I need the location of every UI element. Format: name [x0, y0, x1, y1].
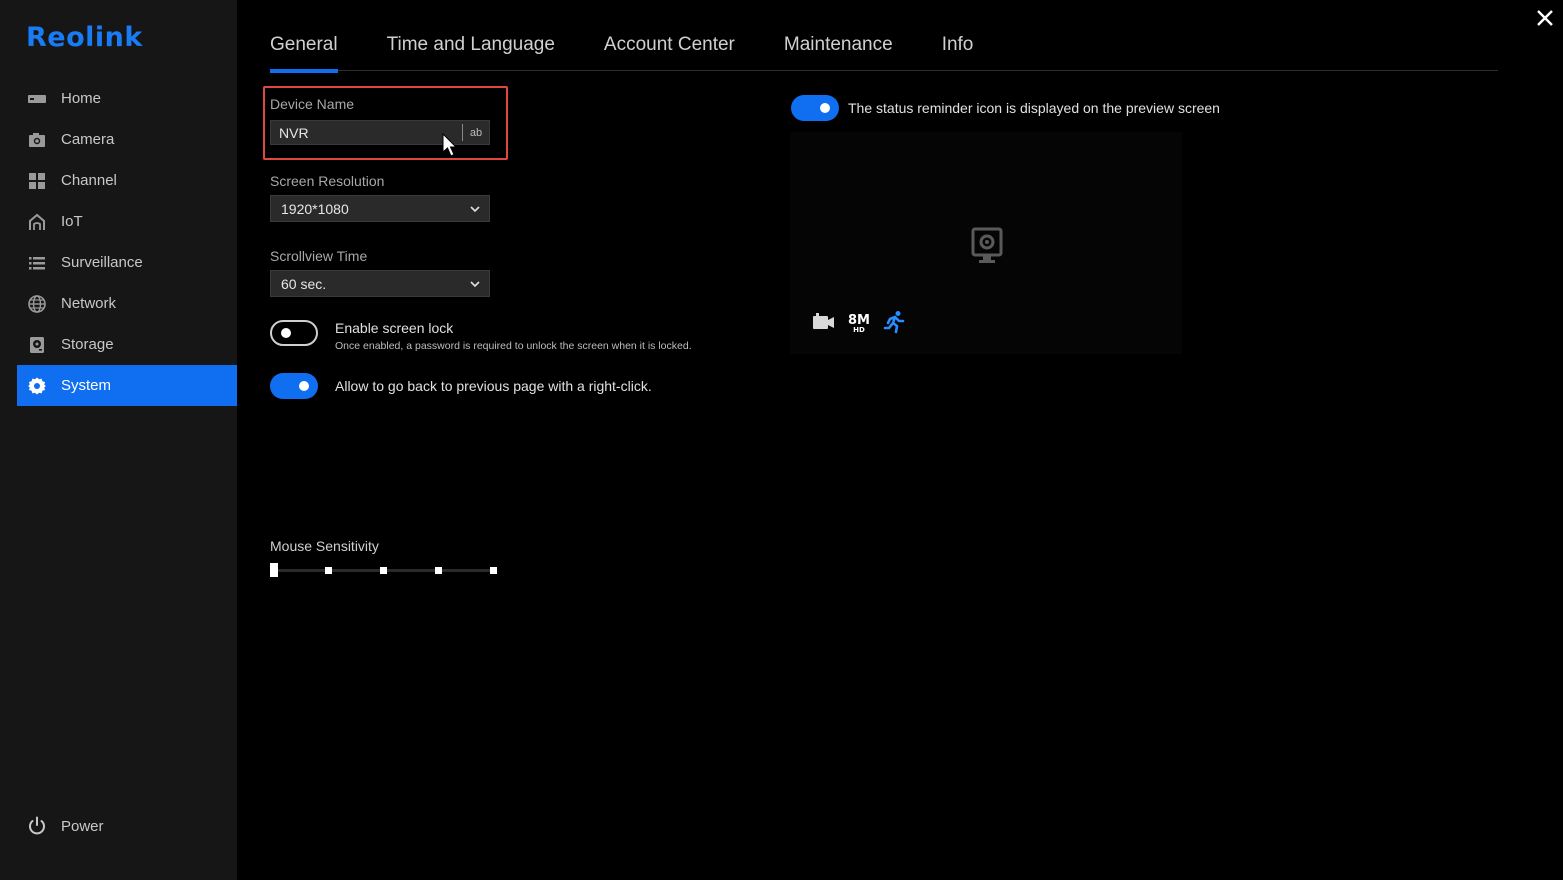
power-label: Power: [61, 817, 104, 835]
close-icon[interactable]: [1535, 8, 1555, 28]
screen-resolution-label: Screen Resolution: [270, 173, 385, 189]
camera-placeholder-icon: [970, 227, 1004, 265]
sidebar-item-camera[interactable]: Camera: [17, 119, 237, 160]
tab-general[interactable]: General: [270, 30, 338, 73]
device-name-label: Device Name: [270, 96, 355, 112]
slider-tick[interactable]: [380, 567, 387, 574]
scrollview-time-value: 60 sec.: [281, 275, 327, 292]
motion-person-icon: [882, 310, 906, 339]
sidebar-item-label: System: [61, 377, 112, 394]
sidebar-item-label: IoT: [61, 213, 83, 230]
device-name-input[interactable]: NVR ab: [270, 120, 490, 145]
preview-screen: 8M HD: [790, 132, 1182, 354]
sidebar-item-label: Channel: [61, 172, 117, 189]
slider-handle[interactable]: [270, 563, 278, 577]
record-icon: [812, 312, 836, 337]
slider-tick[interactable]: [490, 567, 497, 574]
mouse-sensitivity-slider[interactable]: [270, 563, 498, 577]
tab-maintenance[interactable]: Maintenance: [784, 30, 893, 71]
sidebar-item-label: Storage: [61, 336, 114, 353]
power-button[interactable]: Power: [26, 815, 104, 837]
settings-window: Reolink Home Camera Channel IoT Surveill…: [0, 0, 1563, 880]
sidebar-item-label: Home: [61, 90, 102, 107]
iot-house-icon: [26, 212, 48, 232]
resolution-8m-hd-icon: 8M HD: [848, 314, 870, 334]
screen-lock-label: Enable screen lock: [335, 320, 454, 336]
reolink-logo: Reolink: [26, 22, 143, 53]
nvr-box-icon: [26, 89, 48, 109]
chevron-down-icon: [469, 202, 481, 214]
sidebar-item-label: Surveillance: [61, 254, 143, 271]
sidebar-item-label: Camera: [61, 131, 115, 148]
tab-account-center[interactable]: Account Center: [604, 30, 735, 71]
camera-icon: [26, 130, 48, 150]
tab-info[interactable]: Info: [942, 30, 974, 71]
sidebar-nav: Home Camera Channel IoT Surveillance Net…: [17, 78, 237, 406]
chevron-down-icon: [469, 277, 481, 289]
sidebar-item-iot[interactable]: IoT: [17, 201, 237, 242]
right-click-back-toggle[interactable]: [270, 373, 318, 399]
screen-lock-toggle[interactable]: [270, 320, 318, 346]
hard-drive-icon: [26, 335, 48, 355]
toggle-knob: [281, 328, 291, 338]
toggle-knob: [299, 381, 309, 391]
grid-icon: [26, 171, 48, 191]
status-icons: 8M HD: [812, 310, 918, 339]
sidebar-item-network[interactable]: Network: [17, 283, 237, 324]
sidebar-item-system[interactable]: System: [17, 365, 237, 406]
globe-icon: [26, 294, 48, 314]
tab-time-and-language[interactable]: Time and Language: [387, 30, 555, 71]
scrollview-time-select[interactable]: 60 sec.: [270, 270, 490, 297]
settings-tabs: General Time and Language Account Center…: [270, 30, 1498, 73]
screen-resolution-value: 1920*1080: [281, 200, 349, 217]
right-click-back-label: Allow to go back to previous page with a…: [335, 378, 652, 394]
sidebar-item-home[interactable]: Home: [17, 78, 237, 119]
slider-tick[interactable]: [435, 567, 442, 574]
status-reminder-toggle[interactable]: [791, 95, 839, 121]
sidebar-item-storage[interactable]: Storage: [17, 324, 237, 365]
ime-mode-badge[interactable]: ab: [462, 124, 489, 141]
power-icon: [26, 815, 48, 837]
status-reminder-label: The status reminder icon is displayed on…: [848, 100, 1220, 116]
list-icon: [26, 253, 48, 273]
slider-tick[interactable]: [325, 567, 332, 574]
device-name-value: NVR: [279, 124, 309, 141]
screen-lock-description: Once enabled, a password is required to …: [335, 340, 692, 352]
scrollview-time-label: Scrollview Time: [270, 248, 368, 264]
sidebar-item-channel[interactable]: Channel: [17, 160, 237, 201]
screen-resolution-select[interactable]: 1920*1080: [270, 195, 490, 222]
toggle-knob: [820, 103, 830, 113]
sidebar-item-surveillance[interactable]: Surveillance: [17, 242, 237, 283]
gear-icon: [26, 376, 48, 396]
sidebar-item-label: Network: [61, 295, 117, 312]
sidebar: Reolink Home Camera Channel IoT Surveill…: [0, 0, 237, 880]
mouse-sensitivity-label: Mouse Sensitivity: [270, 538, 379, 554]
